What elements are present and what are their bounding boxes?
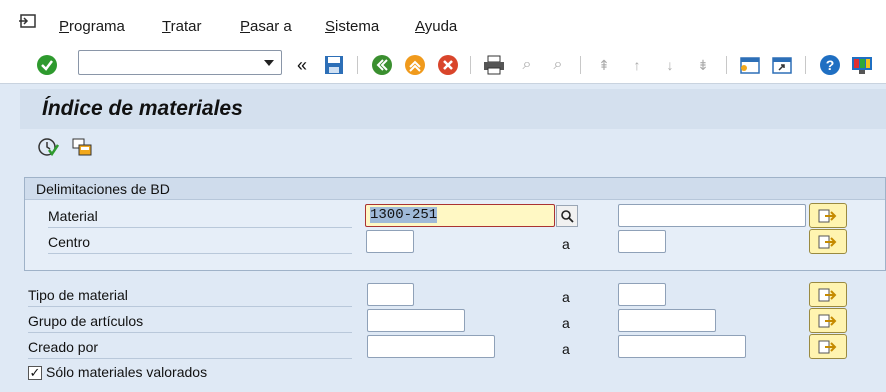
grupo-articulos-to-field[interactable] (618, 309, 716, 332)
creado-por-label: Creado por (28, 337, 352, 359)
search-help-icon[interactable] (556, 205, 578, 227)
menu-ayuda[interactable]: Ayuda (415, 18, 457, 35)
multiple-selection-button[interactable] (809, 334, 847, 359)
toolbar-separator (726, 56, 727, 74)
new-session-icon[interactable] (738, 53, 762, 77)
to-label: a (562, 236, 570, 252)
to-label: a (562, 315, 570, 331)
svg-text:?: ? (826, 57, 835, 73)
multiple-selection-button[interactable] (809, 308, 847, 333)
tipo-material-label: Tipo de material (28, 285, 352, 307)
material-from-field[interactable]: 1300-251 (365, 204, 555, 227)
cancel-icon[interactable] (436, 53, 460, 77)
save-icon[interactable] (322, 53, 346, 77)
command-field[interactable] (78, 50, 282, 75)
valued-materials-label: Sólo materiales valorados (46, 364, 208, 380)
menu-pasar-a[interactable]: Pasar a (240, 18, 292, 35)
toolbar-separator (470, 56, 471, 74)
toolbar-separator (357, 56, 358, 74)
enter-icon[interactable] (35, 53, 59, 77)
first-page-icon[interactable]: ⇞ (592, 53, 616, 77)
find-icon[interactable]: ⌕ (515, 53, 539, 77)
execute-icon[interactable] (36, 135, 60, 159)
page-title: Índice de materiales (42, 97, 243, 120)
multiple-selection-button[interactable] (809, 203, 847, 228)
back-double-icon[interactable]: « (290, 53, 314, 77)
title-bar: Índice de materiales (20, 89, 886, 129)
get-variant-icon[interactable] (70, 135, 94, 159)
previous-page-icon[interactable]: ↑ (625, 53, 649, 77)
menu-sistema[interactable]: Sistema (325, 18, 379, 35)
to-label: a (562, 341, 570, 357)
grupo-articulos-from-field[interactable] (367, 309, 465, 332)
last-page-icon[interactable]: ⇟ (691, 53, 715, 77)
application-toolbar (20, 130, 886, 168)
multiple-selection-button[interactable] (809, 282, 847, 307)
chevron-down-icon[interactable] (264, 60, 274, 66)
creado-por-from-field[interactable] (367, 335, 495, 358)
centro-label: Centro (48, 232, 352, 254)
menu-icon[interactable] (18, 12, 40, 35)
grupo-articulos-label: Grupo de artículos (28, 311, 352, 333)
find-next-icon[interactable]: ⌕ (546, 53, 570, 77)
system-toolbar: « ⌕ ⌕ ⇞ ↑ ↓ ⇟ ? (0, 46, 886, 84)
shortcut-icon[interactable] (770, 53, 794, 77)
centro-to-field[interactable] (618, 230, 666, 253)
toolbar-separator (805, 56, 806, 74)
valued-materials-checkbox[interactable]: ✓ (28, 366, 42, 380)
material-to-field[interactable] (618, 204, 806, 227)
exit-icon[interactable] (403, 53, 427, 77)
tipo-material-from-field[interactable] (367, 283, 414, 306)
tipo-material-to-field[interactable] (618, 283, 666, 306)
back-icon[interactable] (370, 53, 394, 77)
menu-tratar[interactable]: Tratar (162, 18, 201, 35)
toolbar-separator (580, 56, 581, 74)
next-page-icon[interactable]: ↓ (658, 53, 682, 77)
group-header: Delimitaciones de BD (25, 178, 885, 200)
menu-programa[interactable]: Programa (59, 18, 125, 35)
customize-layout-icon[interactable] (850, 53, 874, 77)
help-icon[interactable]: ? (818, 53, 842, 77)
group-title: Delimitaciones de BD (36, 181, 170, 197)
creado-por-to-field[interactable] (618, 335, 746, 358)
material-from-value: 1300-251 (370, 207, 438, 223)
centro-from-field[interactable] (366, 230, 414, 253)
to-label: a (562, 289, 570, 305)
menu-bar: Programa Tratar Pasar a Sistema Ayuda (0, 0, 886, 46)
print-icon[interactable] (482, 53, 506, 77)
material-label: Material (48, 206, 352, 228)
multiple-selection-button[interactable] (809, 229, 847, 254)
